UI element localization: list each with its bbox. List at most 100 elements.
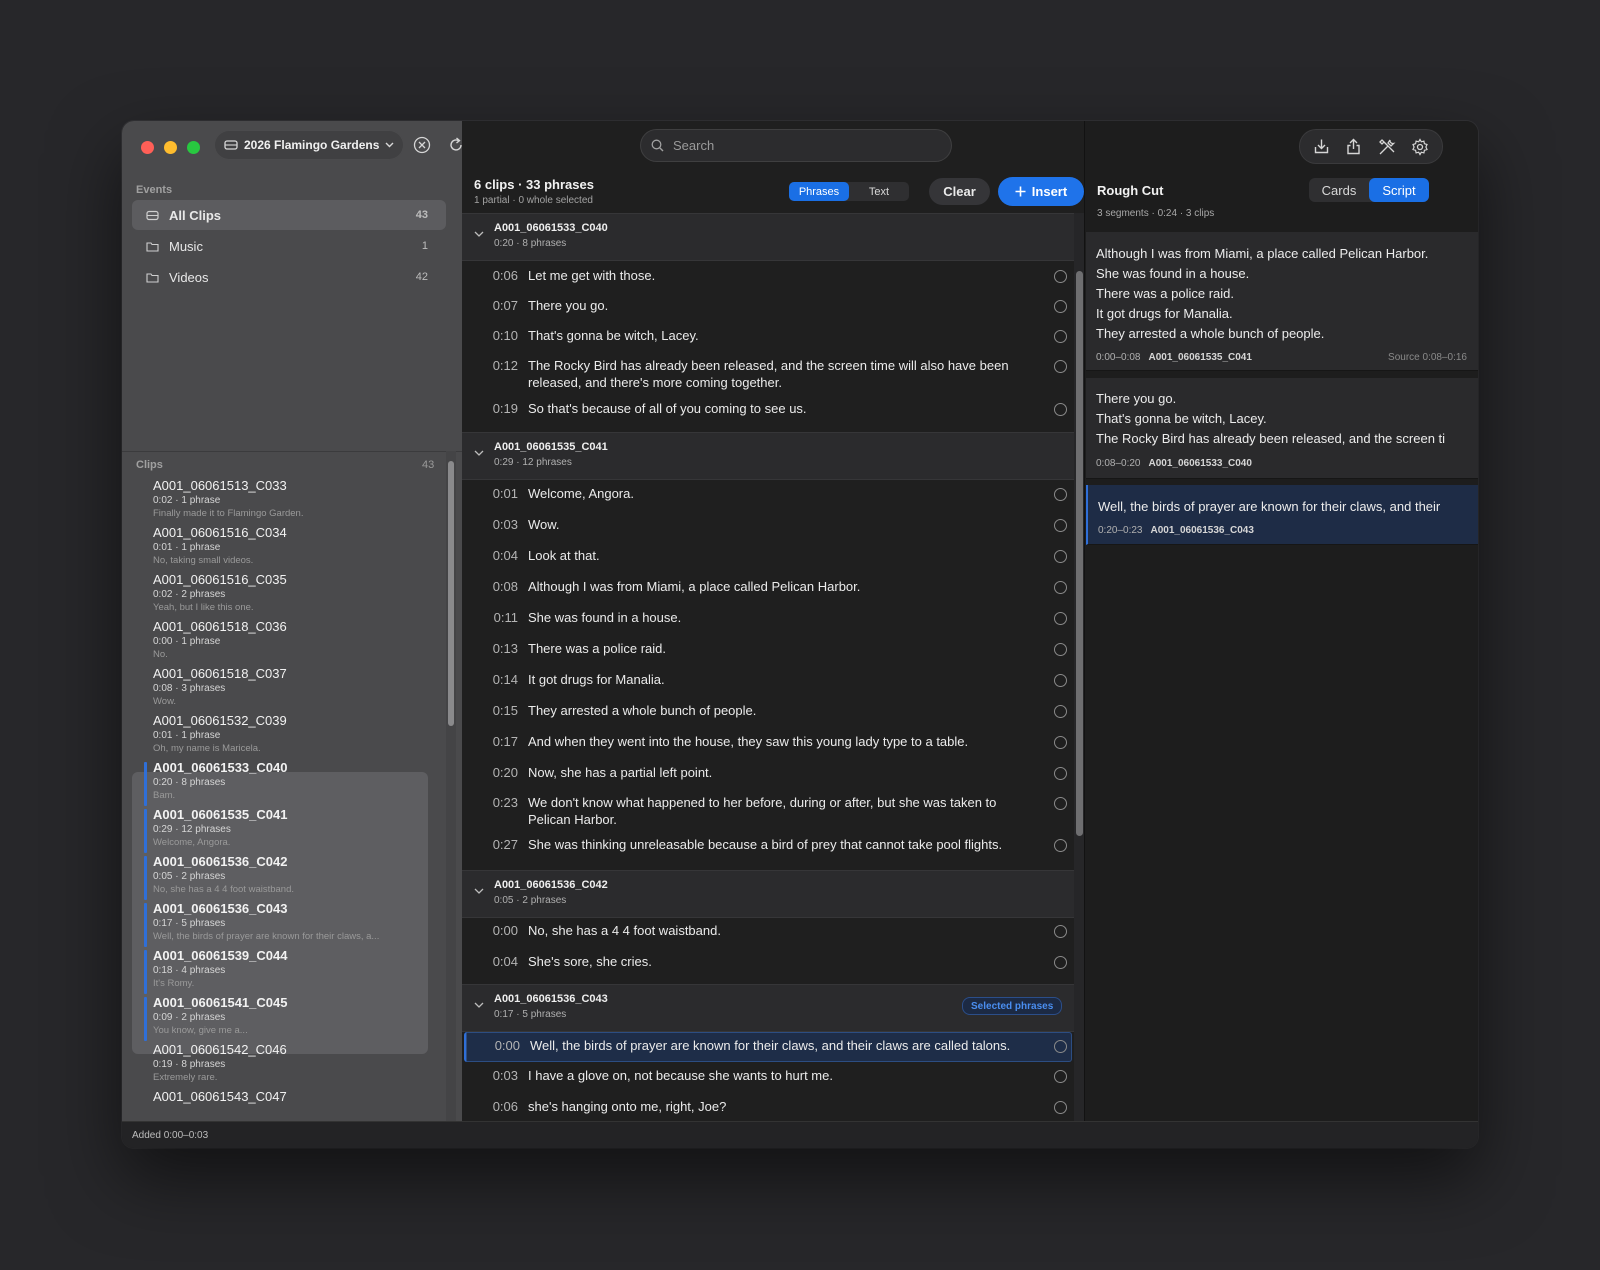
clip-item[interactable]: A001_06061513_C033 0:02 · 1 phrase Finally…	[132, 478, 428, 525]
clip-item[interactable]: A001_06061543_C047	[132, 1089, 428, 1108]
chevron-down-icon[interactable]	[474, 450, 484, 456]
tab-cards[interactable]: Cards	[1309, 178, 1369, 202]
phrase-row[interactable]: 0:17 And when they went into the house, t…	[462, 727, 1074, 758]
clip-item[interactable]: A001_06061536_C043 0:17 · 5 phrases Well, …	[132, 901, 428, 948]
phrase-row[interactable]: 0:00 No, she has a 4 4 foot waistband.	[462, 917, 1074, 948]
group-meta: 0:17 · 5 phrases	[494, 1009, 567, 1020]
tab-script[interactable]: Script	[1369, 178, 1429, 202]
phrase-list-scroll-thumb[interactable]	[1076, 271, 1083, 836]
clip-transcript: Wow.	[153, 696, 177, 707]
tab-phrases[interactable]: Phrases	[789, 182, 849, 201]
clip-item[interactable]: A001_06061535_C041 0:29 · 12 phrases Welco…	[132, 807, 428, 854]
clip-meta: 0:18 · 4 phrases	[153, 965, 226, 976]
phrase-row[interactable]: 0:12 The Rocky Bird has already been rele…	[462, 353, 1074, 395]
phrase-select-radio[interactable]	[1054, 612, 1067, 625]
phrase-row[interactable]: 0:11 She was found in a house.	[462, 603, 1074, 634]
phrase-row[interactable]: 0:03 Wow.	[462, 510, 1074, 541]
phrase-row[interactable]: 0:04 Look at that.	[462, 541, 1074, 572]
phrase-row[interactable]: 0:03 I have a glove on, not because she w…	[462, 1062, 1074, 1093]
clip-item[interactable]: A001_06061516_C035 0:02 · 2 phrases Yeah, …	[132, 572, 428, 619]
phrase-select-radio[interactable]	[1054, 581, 1067, 594]
phrase-select-radio[interactable]	[1054, 1101, 1067, 1114]
phrase-select-radio[interactable]	[1054, 956, 1067, 969]
rough-cut-view-toggle: Cards Script	[1309, 178, 1429, 202]
phrase-row[interactable]: 0:06 Let me get with those.	[462, 260, 1074, 291]
sidebar-scroll-thumb[interactable]	[448, 461, 454, 726]
phrase-select-radio[interactable]	[1054, 674, 1067, 687]
close-circle-icon[interactable]	[410, 133, 434, 157]
phrase-row[interactable]: 0:01 Welcome, Angora.	[462, 479, 1074, 510]
clip-group-header[interactable]: A001_06061536_C042 0:05 · 2 phrases	[462, 870, 1074, 918]
clear-button[interactable]: Clear	[929, 178, 990, 205]
phrase-row[interactable]: 0:23 We don't know what happened to her b…	[462, 789, 1074, 831]
phrase-select-radio[interactable]	[1054, 643, 1067, 656]
phrase-select-radio[interactable]	[1054, 797, 1067, 810]
phrase-select-radio[interactable]	[1054, 767, 1067, 780]
chevron-down-icon[interactable]	[474, 1002, 484, 1008]
phrase-row[interactable]: 0:08 Although I was from Miami, a place c…	[462, 572, 1074, 603]
clip-group-header[interactable]: A001_06061533_C040 0:20 · 8 phrases	[462, 213, 1074, 261]
phrase-select-radio[interactable]	[1054, 300, 1067, 313]
gear-icon[interactable]	[1411, 137, 1429, 156]
search-input[interactable]: Search	[640, 129, 952, 162]
phrase-row[interactable]: 0:27 She was thinking unreleasable becaus…	[462, 831, 1074, 870]
clip-item[interactable]: A001_06061516_C034 0:01 · 1 phrase No, tak…	[132, 525, 428, 572]
clip-item[interactable]: A001_06061542_C046 0:19 · 8 phrases Extrem…	[132, 1042, 428, 1089]
event-count: 1	[421, 240, 428, 252]
folder-icon	[146, 272, 160, 283]
tab-text[interactable]: Text	[849, 182, 909, 201]
segment-card-selected[interactable]: Well, the birds of prayer are known for …	[1086, 485, 1478, 545]
chevron-down-icon[interactable]	[474, 231, 484, 237]
minimize-window-button[interactable]	[164, 141, 177, 154]
chevron-down-icon[interactable]	[474, 888, 484, 894]
zoom-window-button[interactable]	[187, 141, 200, 154]
phrase-select-radio[interactable]	[1054, 1070, 1067, 1083]
clip-item[interactable]: A001_06061532_C039 0:01 · 1 phrase Oh, my …	[132, 713, 428, 760]
clip-item[interactable]: A001_06061518_C037 0:08 · 3 phrases Wow.	[132, 666, 428, 713]
phrase-select-radio[interactable]	[1054, 736, 1067, 749]
event-all-clips[interactable]: All Clips 43	[132, 200, 446, 230]
phrase-row[interactable]: 0:04 She's sore, she cries.	[462, 948, 1074, 984]
clip-item[interactable]: A001_06061539_C044 0:18 · 4 phrases It's R…	[132, 948, 428, 995]
phrase-row[interactable]: 0:06 she's hanging onto me, right, Joe?	[462, 1093, 1074, 1121]
phrase-select-radio[interactable]	[1054, 839, 1067, 852]
segment-card[interactable]: Although I was from Miami, a place calle…	[1086, 232, 1478, 371]
phrase-row[interactable]: 0:19 So that's because of all of you comi…	[462, 395, 1074, 432]
clip-group-header[interactable]: A001_06061535_C041 0:29 · 12 phrases	[462, 432, 1074, 480]
clip-group-header[interactable]: A001_06061536_C043 0:17 · 5 phrases Sele…	[462, 984, 1074, 1032]
event-videos[interactable]: Videos 42	[132, 262, 446, 292]
phrase-text: Welcome, Angora.	[528, 486, 634, 501]
phrase-select-radio[interactable]	[1054, 403, 1067, 416]
phrase-select-radio[interactable]	[1054, 360, 1067, 373]
event-music[interactable]: Music 1	[132, 231, 446, 261]
phrase-select-radio[interactable]	[1054, 488, 1067, 501]
phrase-select-radio[interactable]	[1054, 330, 1067, 343]
phrase-select-radio[interactable]	[1054, 519, 1067, 532]
phrase-row[interactable]: 0:15 They arrested a whole bunch of peopl…	[462, 696, 1074, 727]
phrase-select-radio[interactable]	[1054, 270, 1067, 283]
phrase-time: 0:15	[492, 703, 518, 718]
phrase-row[interactable]: 0:10 That's gonna be witch, Lacey.	[462, 322, 1074, 353]
phrase-row-selected[interactable]: 0:00 Well, the birds of prayer are known …	[464, 1032, 1072, 1062]
clip-item[interactable]: A001_06061541_C045 0:09 · 2 phrases You kn…	[132, 995, 428, 1042]
clip-item[interactable]: A001_06061518_C036 0:00 · 1 phrase No.	[132, 619, 428, 666]
phrase-row[interactable]: 0:07 There you go.	[462, 291, 1074, 322]
group-meta: 0:29 · 12 phrases	[494, 457, 572, 468]
close-window-button[interactable]	[141, 141, 154, 154]
clip-name: A001_06061513_C033	[153, 478, 287, 493]
insert-button[interactable]: Insert	[998, 177, 1084, 206]
phrase-row[interactable]: 0:14 It got drugs for Manalia.	[462, 665, 1074, 696]
segment-card[interactable]: There you go. That's gonna be witch, Lac…	[1086, 378, 1478, 479]
phrase-select-radio[interactable]	[1054, 550, 1067, 563]
import-icon[interactable]	[1313, 138, 1330, 155]
clip-item[interactable]: A001_06061533_C040 0:20 · 8 phrases Bam.	[132, 760, 428, 807]
library-picker[interactable]: 2026 Flamingo Gardens	[214, 130, 405, 160]
tools-icon[interactable]	[1378, 138, 1396, 156]
phrase-select-radio[interactable]	[1054, 925, 1067, 938]
phrase-select-radio[interactable]	[1054, 705, 1067, 718]
share-icon[interactable]	[1345, 138, 1362, 155]
clip-item[interactable]: A001_06061536_C042 0:05 · 2 phrases No, sh…	[132, 854, 428, 901]
phrase-row[interactable]: 0:20 Now, she has a partial left point.	[462, 758, 1074, 789]
phrase-select-radio[interactable]	[1054, 1040, 1067, 1053]
phrase-row[interactable]: 0:13 There was a police raid.	[462, 634, 1074, 665]
